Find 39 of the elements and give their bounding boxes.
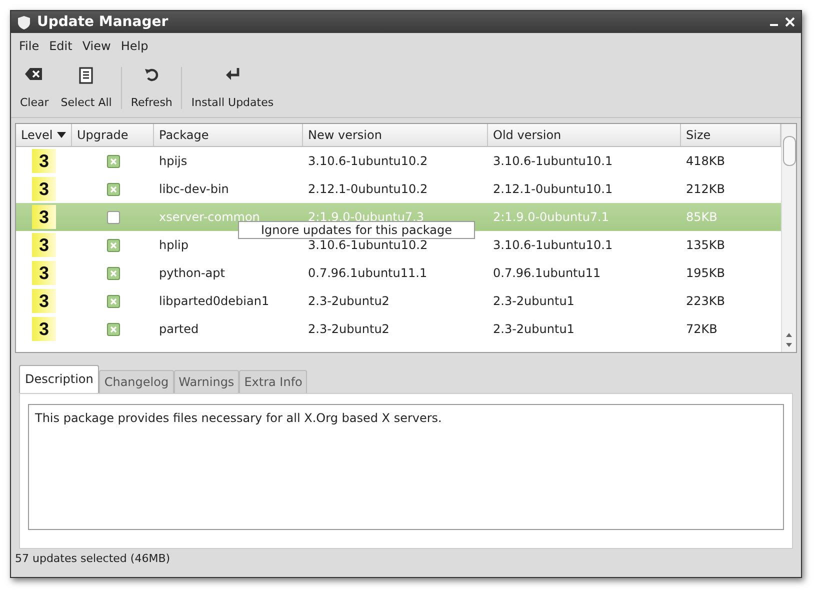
level-badge: 3	[32, 205, 56, 229]
table-cell-text: libc-dev-bin	[158, 182, 230, 196]
table-cell-text: 2.3-2ubuntu1	[492, 294, 576, 308]
level-badge: 3	[32, 289, 56, 313]
level-badge: 3	[32, 149, 56, 173]
table-cell-text: 2:1.9.0-0ubuntu7.3	[307, 210, 426, 224]
table-cell-text: 3.10.6-1ubuntu10.2	[307, 238, 429, 252]
table-cell-text: 2.3-2ubuntu1	[492, 322, 576, 336]
table-cell-text: 212KB	[685, 182, 726, 196]
table-cell-text: libparted0debian1	[158, 294, 270, 308]
level-badge: 3	[32, 177, 56, 201]
table-cell-text: 2.3-2ubuntu2	[307, 294, 390, 308]
table-cell-text: 85KB	[685, 210, 718, 224]
table-cell-text: parted	[158, 322, 200, 336]
table-cell-text: 0.7.96.1ubuntu11.1	[307, 266, 428, 280]
table-cell-text: 72KB	[685, 322, 718, 336]
table-cell-text: hpijs	[158, 154, 188, 168]
level-badge: 3	[32, 233, 56, 257]
table-cell-text: 135KB	[685, 238, 726, 252]
level-badge: 3	[32, 317, 56, 341]
table-cell-text: 2:1.9.0-0ubuntu7.1	[492, 210, 610, 224]
window-title: Update Manager	[37, 14, 170, 30]
description-text: This package provides files necessary for all X.Org based X servers.	[28, 404, 784, 530]
status-text: 57 updates selected (46MB)	[14, 552, 172, 567]
tooltip: Ignore updates for this package	[238, 221, 476, 239]
table-cell-text: 0.7.96.1ubuntu11	[492, 266, 602, 280]
table-cell-text: 3.10.6-1ubuntu10.2	[307, 154, 429, 168]
table-cell-text: python-apt	[158, 266, 226, 280]
table-cell-text: xserver-common	[158, 210, 261, 224]
level-badge: 3	[32, 261, 56, 285]
table-cell-text: 223KB	[685, 294, 726, 308]
table-cell-text: hplip	[158, 238, 190, 252]
table-cell-text: 195KB	[685, 266, 726, 280]
table-cell-text: 2.3-2ubuntu2	[307, 322, 390, 336]
table-cell-text: 2.12.1-0ubuntu10.1	[492, 182, 614, 196]
table-cell-text: 3.10.6-1ubuntu10.1	[492, 154, 614, 168]
table-cell-text: 2.12.1-0ubuntu10.2	[307, 182, 429, 196]
table-cell-text: 3.10.6-1ubuntu10.1	[492, 238, 614, 252]
table-cell-text: 418KB	[685, 154, 726, 168]
